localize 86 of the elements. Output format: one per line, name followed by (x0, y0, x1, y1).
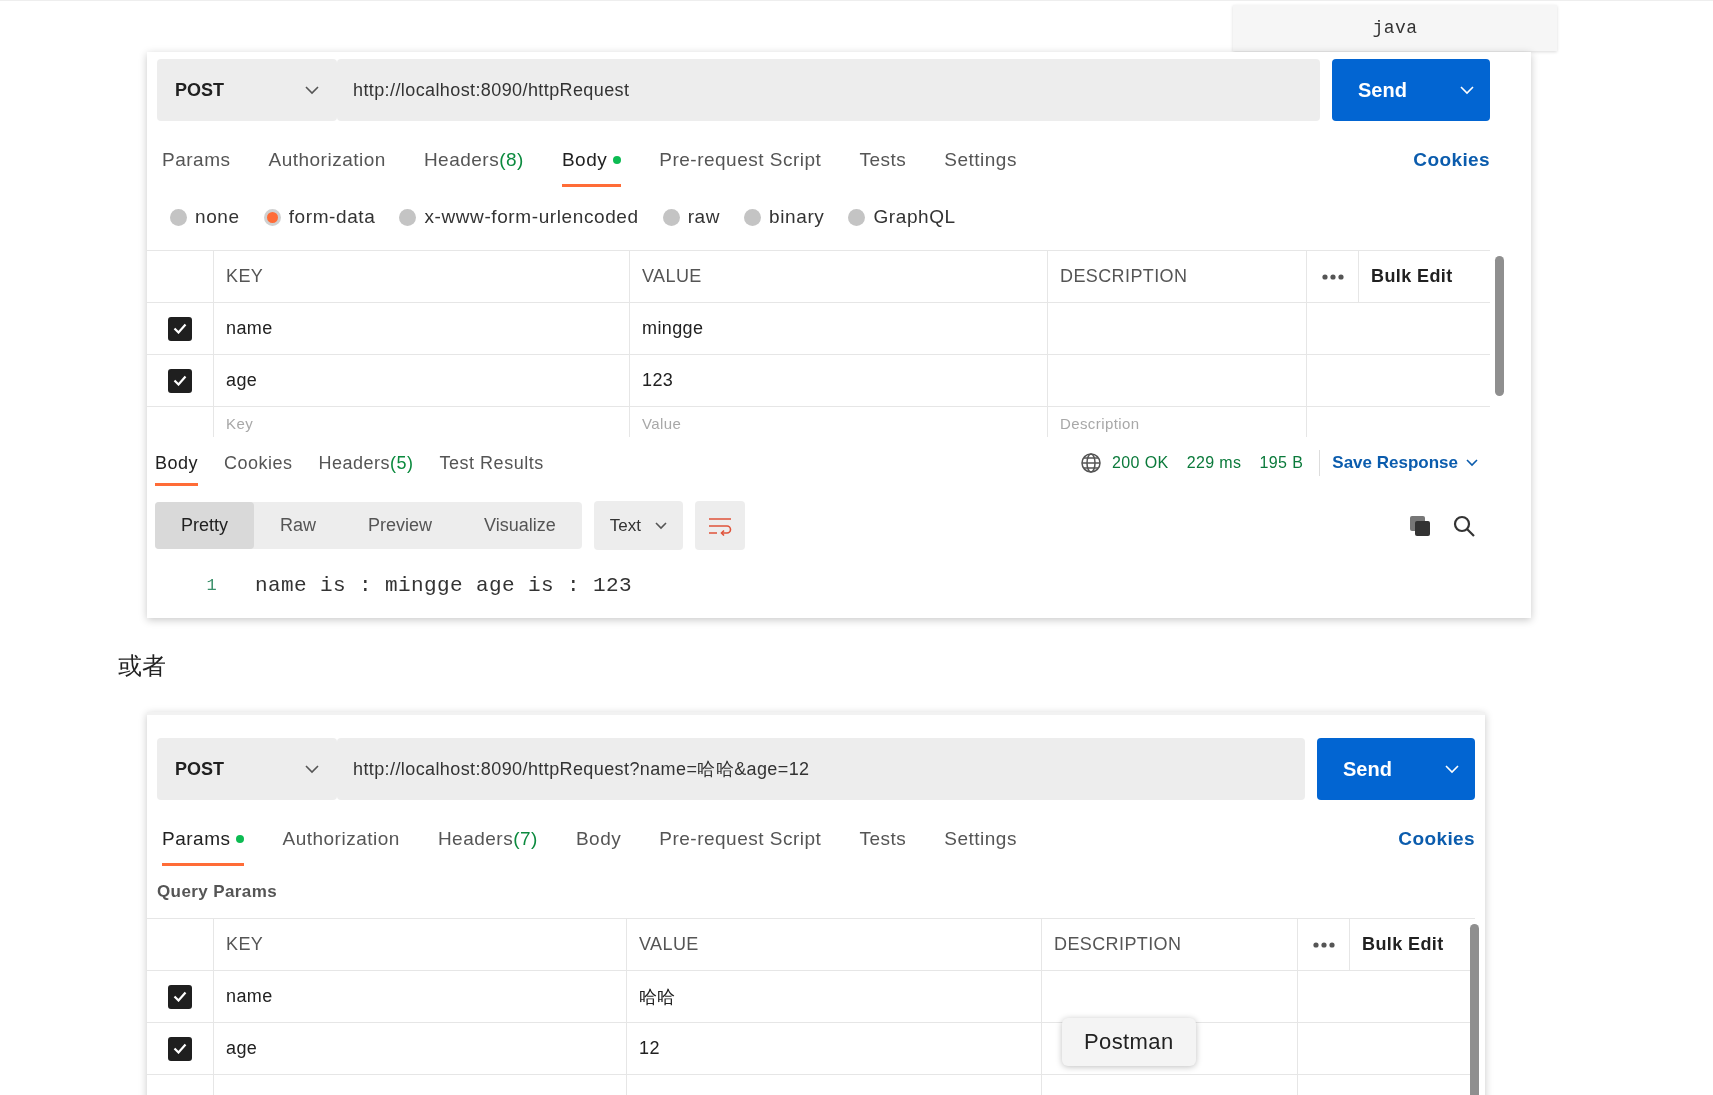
url-field[interactable]: http://localhost:8090/httpRequest (337, 59, 1320, 121)
request-tab[interactable]: Settings (944, 150, 1017, 187)
status-code: 200 OK (1111, 453, 1169, 473)
caret-icon (305, 85, 319, 95)
section-title: Query Params (156, 882, 279, 902)
check-icon (173, 1043, 187, 1054)
radio-option[interactable]: form-data (263, 205, 376, 229)
bulk-edit-link[interactable]: Bulk Edit (1362, 934, 1444, 955)
send-button[interactable]: Send (1332, 59, 1490, 121)
caret-icon (1460, 85, 1474, 95)
radio-option[interactable]: binary (744, 205, 825, 229)
table-cell: mingge (642, 318, 704, 339)
radio-option[interactable]: none (170, 205, 240, 229)
bulk-edit-link[interactable]: Bulk Edit (1371, 266, 1453, 287)
column-header: VALUE (639, 934, 699, 955)
response-tab[interactable]: Headers(5) (318, 453, 414, 486)
scrollbar[interactable] (1470, 924, 1479, 1095)
request-tab[interactable]: Pre-request Script (659, 150, 822, 187)
checkbox[interactable] (168, 316, 192, 341)
cookies-link[interactable]: Cookies (1413, 150, 1490, 170)
checkbox[interactable] (168, 1036, 192, 1061)
wrap-lines-icon (706, 515, 733, 536)
view-mode-tab[interactable]: Pretty (155, 502, 254, 549)
table-cell: name (226, 986, 273, 1007)
tooltip: Postman (1062, 1018, 1196, 1066)
view-mode-tab[interactable]: Raw (254, 502, 343, 549)
check-icon (173, 991, 187, 1002)
column-header: DESCRIPTION (1060, 266, 1188, 287)
table-cell: name (226, 318, 273, 339)
more-icon[interactable] (1312, 941, 1335, 948)
column-header: KEY (226, 266, 264, 287)
check-icon (173, 375, 187, 386)
send-button[interactable]: Send (1317, 738, 1475, 800)
response-body-text: name is : mingge age is : 123 (255, 573, 633, 597)
caret-icon (1466, 459, 1478, 467)
cookies-link[interactable]: Cookies (1398, 829, 1475, 849)
paragraph-text: 或者 (118, 651, 168, 682)
caret-icon (305, 764, 319, 774)
radio-option[interactable]: raw (662, 205, 721, 229)
table-cell: 123 (642, 370, 674, 391)
scrollbar[interactable] (1495, 256, 1504, 396)
view-mode-tab[interactable]: Preview (342, 502, 459, 549)
request-tab[interactable]: Body (561, 150, 622, 187)
request-tab[interactable]: Tests (859, 150, 907, 187)
table-cell: 12 (639, 1038, 660, 1059)
response-size: 195 B (1259, 453, 1304, 473)
request-tab[interactable]: Authorization (268, 150, 386, 187)
caret-icon (1445, 764, 1459, 774)
line-number: 1 (205, 575, 217, 595)
table-cell: age (226, 1038, 258, 1059)
search-icon[interactable] (1452, 513, 1476, 538)
format-dropdown[interactable]: Text (593, 501, 683, 550)
check-icon (173, 323, 187, 334)
request-tab[interactable]: Params (162, 829, 245, 866)
code-language-label: java (1233, 5, 1557, 51)
table-cell-text: 哈哈 (639, 985, 676, 1009)
caret-icon (654, 521, 667, 530)
column-header: DESCRIPTION (1054, 934, 1182, 955)
response-tab[interactable]: Test Results (439, 453, 544, 486)
url-field[interactable]: http://localhost:8090/httpRequest?name=哈哈&age=12 (337, 738, 1305, 800)
wrap-lines-button[interactable] (694, 501, 745, 550)
response-tab[interactable]: Body (155, 453, 199, 486)
column-header: VALUE (642, 266, 702, 287)
radio-option[interactable]: GraphQL (848, 205, 956, 229)
method-dropdown[interactable]: POST (157, 738, 337, 800)
request-tab[interactable]: Headers(7) (437, 829, 538, 866)
column-header: KEY (226, 934, 264, 955)
checkbox[interactable] (168, 368, 192, 393)
radio-option[interactable]: x-www-form-urlencoded (399, 205, 639, 229)
request-tab[interactable]: Params (162, 150, 231, 187)
view-mode-tab[interactable]: Visualize (458, 502, 582, 549)
request-tab[interactable]: Pre-request Script (659, 829, 822, 866)
method-dropdown[interactable]: POST (157, 59, 337, 121)
save-response-button[interactable]: Save Response (1332, 453, 1478, 473)
checkbox[interactable] (168, 984, 192, 1009)
more-icon[interactable] (1321, 273, 1344, 280)
globe-icon[interactable] (1079, 452, 1102, 474)
table-cell: age (226, 370, 258, 391)
response-tab[interactable]: Cookies (224, 453, 293, 486)
copy-icon[interactable] (1408, 513, 1432, 538)
request-tab[interactable]: Tests (859, 829, 907, 866)
request-tab[interactable]: Authorization (282, 829, 400, 866)
response-time: 229 ms (1186, 453, 1242, 473)
request-tab[interactable]: Headers(8) (423, 150, 524, 187)
request-tab[interactable]: Settings (944, 829, 1017, 866)
request-tab[interactable]: Body (575, 829, 622, 866)
